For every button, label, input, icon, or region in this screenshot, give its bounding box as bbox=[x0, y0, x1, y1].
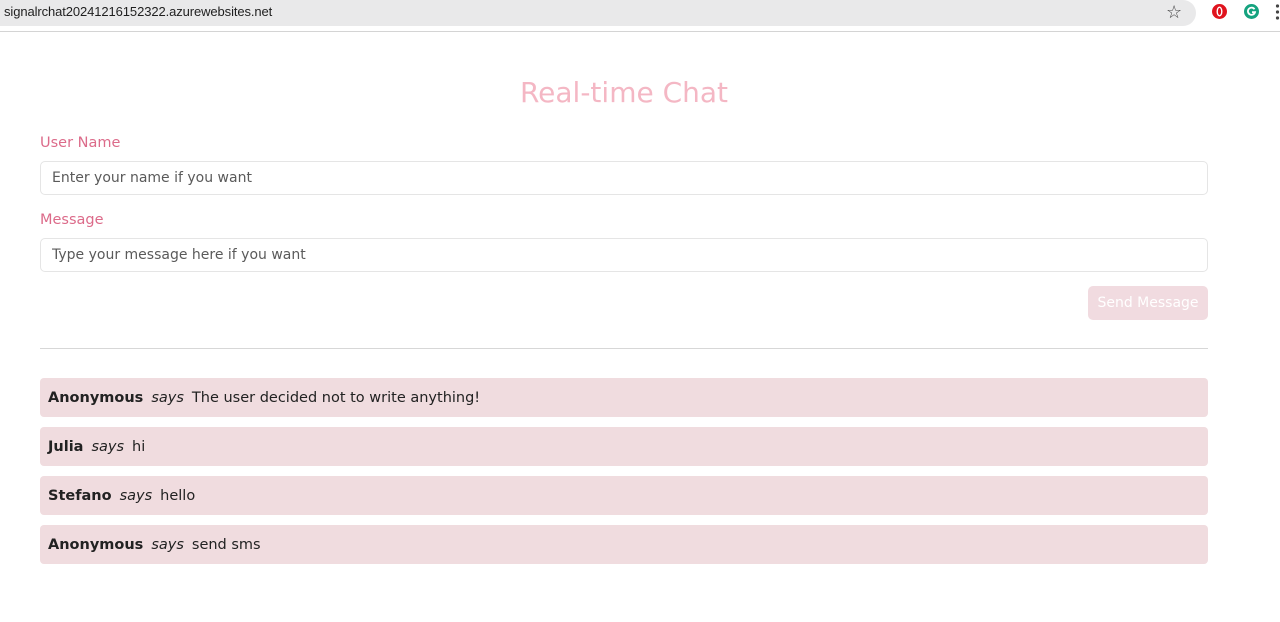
message-input[interactable] bbox=[40, 238, 1208, 272]
opera-icon[interactable] bbox=[1211, 3, 1228, 20]
message-item: Anonymous says send sms bbox=[40, 525, 1208, 564]
message-author: Stefano bbox=[48, 487, 112, 504]
message-item: Stefano says hello bbox=[40, 476, 1208, 515]
message-text: hi bbox=[132, 438, 146, 455]
message-says: says bbox=[91, 438, 125, 455]
message-author: Anonymous bbox=[48, 389, 144, 406]
star-icon[interactable]: ☆ bbox=[1166, 1, 1182, 23]
message-author: Anonymous bbox=[48, 536, 144, 553]
browser-toolbar: signalrchat20241216152322.azurewebsites.… bbox=[0, 0, 1280, 32]
user-name-label: User Name bbox=[40, 135, 121, 151]
grammarly-icon[interactable] bbox=[1243, 3, 1260, 20]
address-bar[interactable]: signalrchat20241216152322.azurewebsites.… bbox=[0, 0, 1196, 26]
message-says: says bbox=[151, 536, 184, 553]
send-message-button[interactable]: Send Message bbox=[1088, 286, 1208, 320]
message-author: Julia bbox=[48, 438, 84, 455]
message-says: says bbox=[151, 389, 184, 406]
divider bbox=[40, 348, 1208, 349]
message-text: The user decided not to write anything! bbox=[191, 389, 481, 406]
user-name-input[interactable] bbox=[40, 161, 1208, 195]
message-text: send sms bbox=[191, 536, 261, 553]
message-label: Message bbox=[40, 212, 104, 228]
menu-dots-icon[interactable] bbox=[1275, 3, 1280, 21]
message-list: Anonymous says The user decided not to w… bbox=[40, 378, 1208, 574]
message-says: says bbox=[119, 487, 153, 504]
page-title: Real-time Chat bbox=[519, 76, 729, 109]
address-bar-url[interactable]: signalrchat20241216152322.azurewebsites.… bbox=[4, 4, 272, 19]
message-item: Julia says hi bbox=[40, 427, 1208, 466]
message-item: Anonymous says The user decided not to w… bbox=[40, 378, 1208, 417]
message-text: hello bbox=[160, 487, 196, 504]
